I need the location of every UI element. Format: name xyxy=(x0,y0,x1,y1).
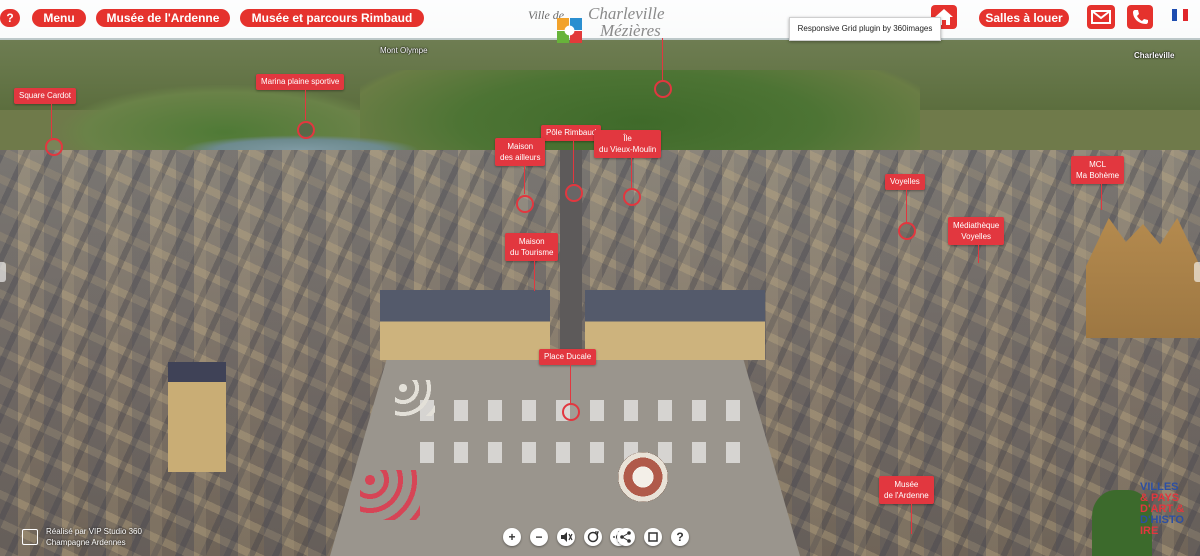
top-bar: ? Menu Musée de l'Ardenne Musée et parco… xyxy=(0,0,1200,43)
villes-pays-art-histoire-badge: VILLES & PAYS D'ART & D'HISTO IRE xyxy=(1140,482,1198,550)
hotspot-ring-north[interactable] xyxy=(654,80,672,98)
hotspot-ring-marina[interactable] xyxy=(297,121,315,139)
carousel xyxy=(618,452,668,502)
speaker-icon xyxy=(561,532,573,542)
hotspot-label-mcl[interactable]: MCL Ma Bohème xyxy=(1071,156,1125,184)
share-button[interactable] xyxy=(617,528,635,546)
hotspot-label-mediatheque[interactable]: Médiathèque Voyelles xyxy=(948,217,1005,245)
hotspot-ring-place-ducale[interactable] xyxy=(562,403,580,421)
hotspot-label-vieux-moulin[interactable]: Île du Vieux-Moulin xyxy=(594,130,662,158)
menu-button[interactable]: Menu xyxy=(32,9,86,27)
place-label-charleville: Charleville xyxy=(1134,51,1175,60)
hotspot-ring-vieux-moulin[interactable] xyxy=(623,188,641,206)
rotate-icon xyxy=(587,531,599,543)
phone-icon xyxy=(1133,10,1148,24)
hotspot-label-place-ducale[interactable]: Place Ducale xyxy=(539,349,597,365)
hotspot-label-maison-tourisme[interactable]: Maison du Tourisme xyxy=(505,233,559,261)
credit[interactable]: Réalisé par VIP Studio 360 Champagne Ard… xyxy=(22,527,162,553)
hotspot-ring-square-cardot[interactable] xyxy=(45,138,63,156)
zoom-in-button[interactable]: + xyxy=(503,528,521,546)
hotspot-label-maison-ailleurs[interactable]: Maison des ailleurs xyxy=(495,138,546,166)
hotspot-stem xyxy=(305,90,306,120)
info-button[interactable]: ? xyxy=(671,528,689,546)
building-north-left xyxy=(380,290,550,360)
hotspot-label-square-cardot[interactable]: Square Cardot xyxy=(14,88,77,104)
share-icon xyxy=(620,531,631,543)
badge-line: IRE xyxy=(1140,525,1159,537)
aerial-panorama[interactable] xyxy=(0,0,1200,556)
main-street xyxy=(560,150,582,360)
musee-rimbaud-button[interactable]: Musée et parcours Rimbaud xyxy=(240,9,424,27)
email-button[interactable] xyxy=(1087,5,1115,29)
musee-ardenne-button[interactable]: Musée de l'Ardenne xyxy=(96,9,230,27)
hotspot-stem xyxy=(631,158,632,188)
phone-button[interactable] xyxy=(1127,5,1153,29)
autorotate-button[interactable] xyxy=(584,528,602,546)
logo-mark-icon xyxy=(557,18,582,43)
pan-right-handle[interactable] xyxy=(1194,262,1200,282)
envelope-icon xyxy=(1091,10,1111,24)
hotspot-stem xyxy=(524,166,525,194)
hotspot-stem xyxy=(911,504,912,534)
hotspot-stem xyxy=(662,38,663,80)
hotspot-stem xyxy=(978,245,979,263)
plugin-tooltip: Responsive Grid plugin by 360images xyxy=(789,17,941,41)
hotspot-label-marina[interactable]: Marina plaine sportive xyxy=(256,74,345,90)
hotspot-stem xyxy=(906,190,907,222)
hotspot-label-musee-ardenne[interactable]: Musée de l'Ardenne xyxy=(879,476,934,504)
help-button[interactable]: ? xyxy=(0,9,20,27)
fullscreen-icon xyxy=(648,532,658,542)
place-label-mont-olympe: Mont Olympe xyxy=(380,46,428,55)
credit-line2: Champagne Ardennes xyxy=(46,538,126,547)
hotspot-ring-voyelles[interactable] xyxy=(898,222,916,240)
white-umbrellas xyxy=(395,380,435,416)
building-north-right xyxy=(585,290,765,360)
hotspot-ring-maison-ailleurs[interactable] xyxy=(516,195,534,213)
zoom-out-button[interactable]: − xyxy=(530,528,548,546)
credit-line1: Réalisé par VIP Studio 360 xyxy=(46,527,142,536)
fullscreen-button[interactable] xyxy=(644,528,662,546)
french-flag-icon[interactable] xyxy=(1172,9,1188,21)
hotspot-label-voyelles[interactable]: Voyelles xyxy=(885,174,925,190)
hotspot-stem xyxy=(534,261,535,291)
hotspot-stem xyxy=(1101,184,1102,210)
hotspot-stem xyxy=(573,141,574,183)
hotspot-ring-pole-rimbaud[interactable] xyxy=(565,184,583,202)
clock-tower xyxy=(168,362,226,472)
logo-line2: Mézières xyxy=(600,21,661,40)
basilica xyxy=(1086,218,1200,338)
hotspot-stem xyxy=(51,104,52,138)
hotspot-label-pole-rimbaud[interactable]: Pôle Rimbaud xyxy=(541,125,602,141)
red-umbrellas xyxy=(360,470,420,520)
pan-left-handle[interactable] xyxy=(0,262,6,282)
salles-button[interactable]: Salles à louer xyxy=(979,9,1069,27)
city-logo[interactable]: Ville de Charleville Mézières xyxy=(528,2,668,48)
studio-logo-icon xyxy=(22,529,38,545)
sound-button[interactable] xyxy=(557,528,575,546)
hotspot-stem xyxy=(570,365,571,403)
